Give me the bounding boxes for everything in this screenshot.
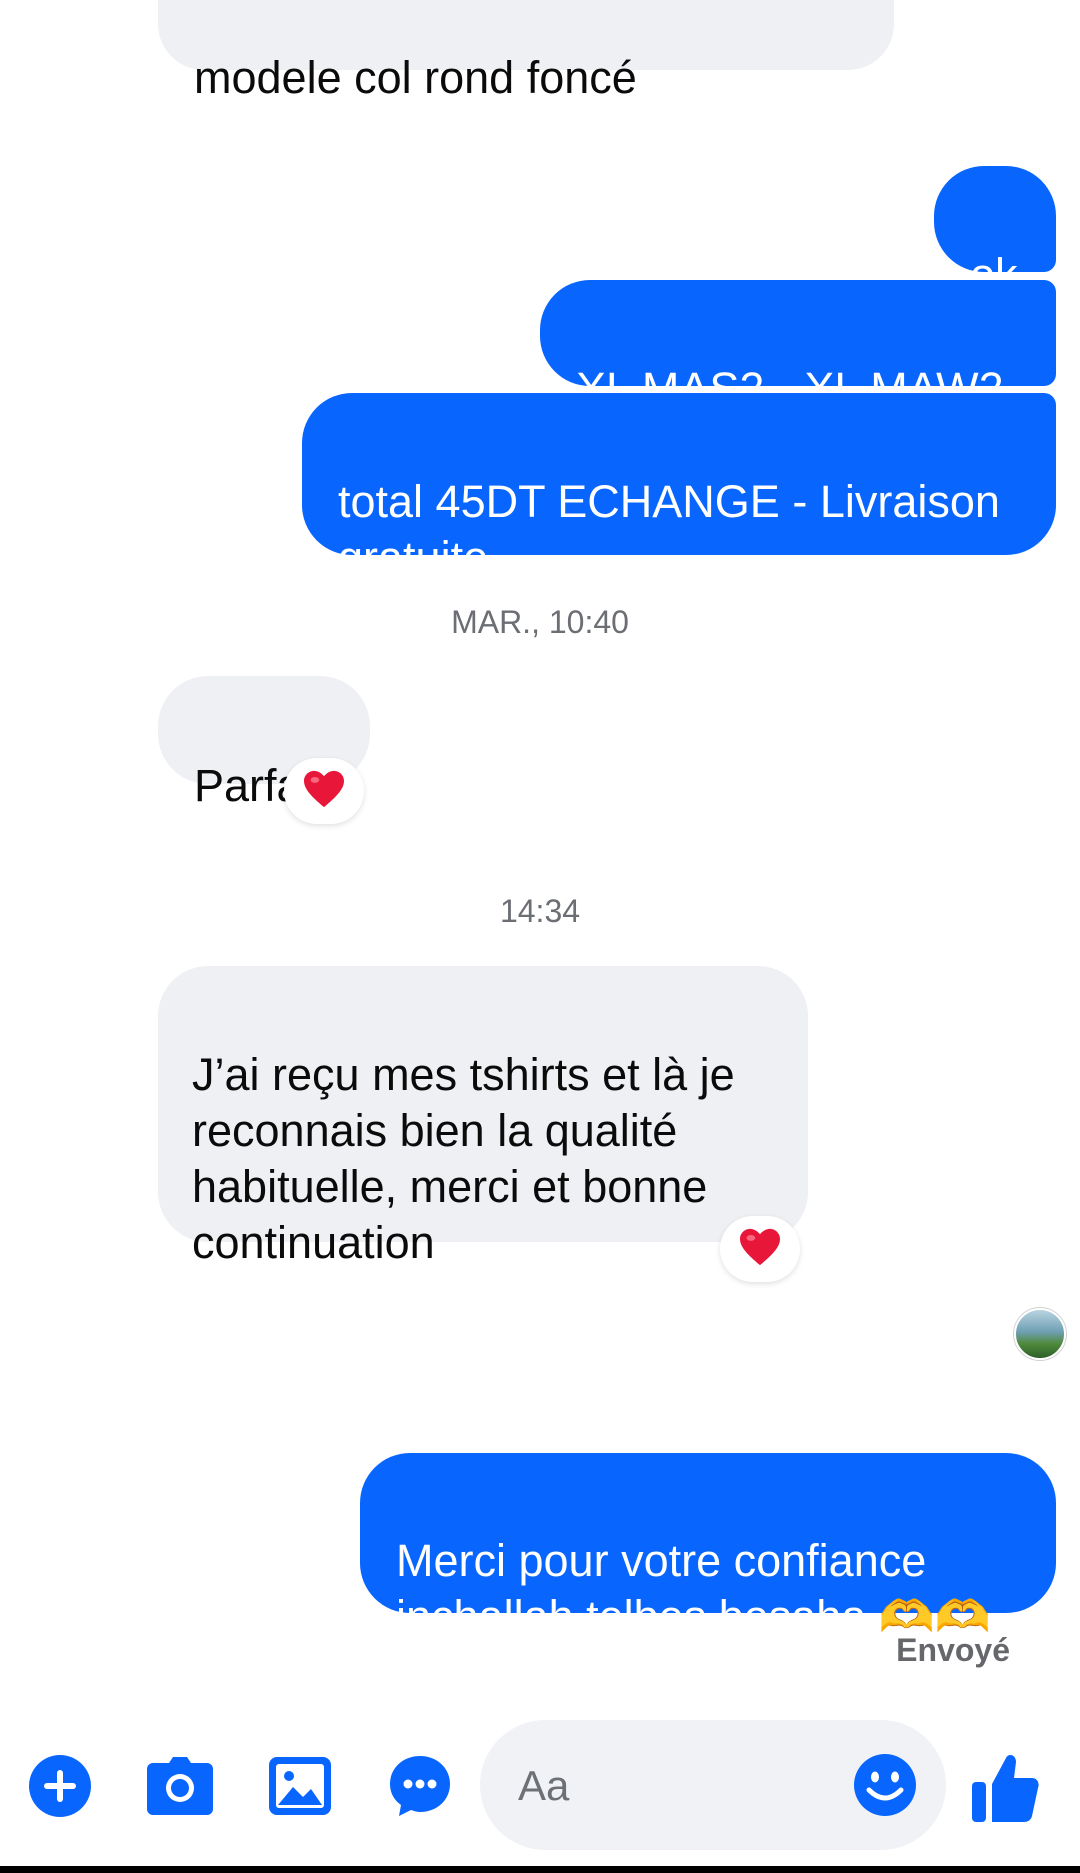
outgoing-message[interactable]: total 45DT ECHANGE - Livraison gratuite [302, 393, 1056, 583]
heart-icon [738, 1227, 782, 1272]
emoji-icon [852, 1754, 918, 1822]
camera-icon [147, 1756, 213, 1820]
chat-bubble-icon [388, 1754, 452, 1823]
message-text: total 45DT ECHANGE - Livraison gratuite [338, 476, 1000, 583]
seen-avatar [1014, 1308, 1066, 1360]
message-input[interactable] [516, 1750, 820, 1822]
message-input-container[interactable] [480, 1720, 946, 1850]
heart-icon [302, 769, 346, 814]
plus-icon [28, 1754, 92, 1823]
plus-button[interactable] [26, 1754, 94, 1822]
outgoing-message[interactable]: ok [934, 166, 1056, 300]
message-text: J’ai reçu mes tshirts et là je reconnais… [192, 1049, 735, 1268]
like-button[interactable] [970, 1750, 1050, 1830]
image-icon [269, 1756, 331, 1820]
conversation-thread[interactable]: modele col rond foncé ok XL MAS2 - XL MA… [0, 0, 1080, 1720]
outgoing-message[interactable]: Merci pour votre confiance inchallah tel… [360, 1453, 1056, 1642]
message-reaction[interactable] [720, 1216, 800, 1282]
emoji-button[interactable] [852, 1752, 918, 1818]
incoming-message[interactable]: modele col rond foncé [158, 0, 894, 103]
timestamp: MAR., 10:40 [451, 604, 629, 640]
delivery-status: Envoyé [896, 1632, 1010, 1668]
message-reaction[interactable] [284, 758, 364, 824]
outgoing-message[interactable]: XL MAS2 - XL MAW2 [540, 280, 1056, 414]
message-text: Merci pour votre confiance inchallah tel… [396, 1535, 991, 1642]
like-icon [970, 1754, 1040, 1828]
chat-extensions-button[interactable] [386, 1754, 454, 1822]
bottom-edge [0, 1866, 1080, 1873]
timestamp: 14:34 [499, 893, 581, 929]
gallery-button[interactable] [266, 1754, 334, 1822]
message-text: modele col rond foncé [194, 52, 637, 103]
camera-button[interactable] [146, 1754, 214, 1822]
incoming-message[interactable]: J’ai reçu mes tshirts et là je reconnais… [158, 966, 808, 1268]
